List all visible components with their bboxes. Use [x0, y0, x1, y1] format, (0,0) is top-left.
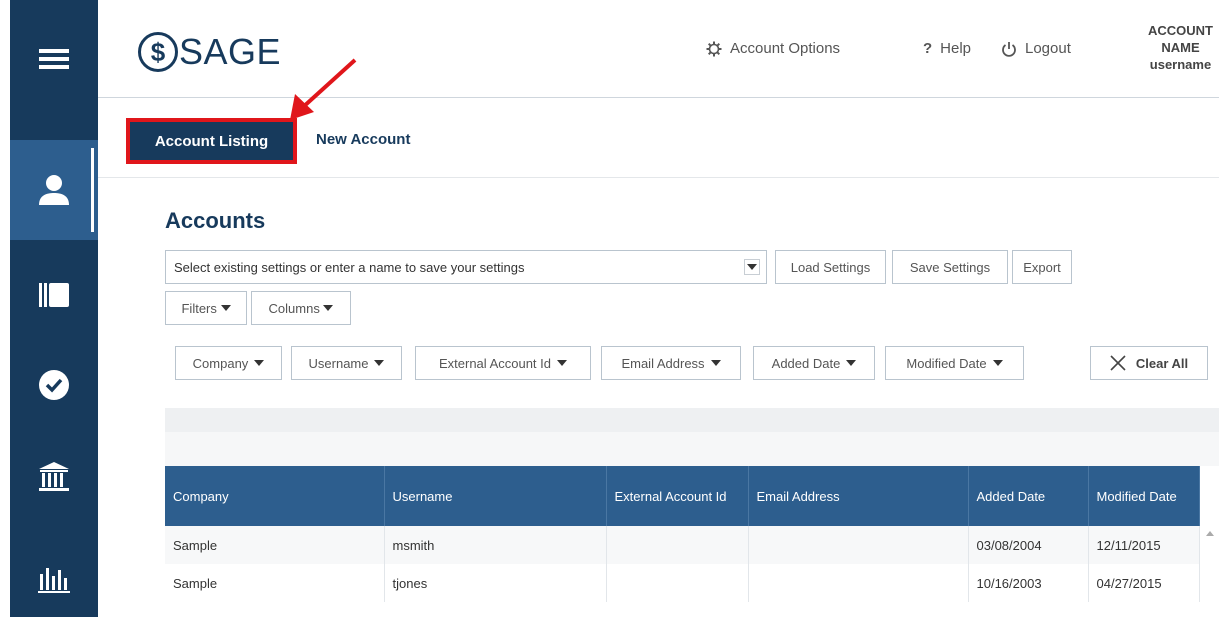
left-nav	[10, 0, 98, 617]
clear-all-label: Clear All	[1135, 355, 1189, 371]
filter-company[interactable]: Company	[175, 346, 282, 380]
nav-accounts[interactable]	[10, 140, 98, 240]
filter-label: Company	[192, 355, 249, 371]
filter-label: Email Address	[621, 355, 705, 371]
caret-down-icon	[374, 360, 385, 366]
caret-down-icon	[557, 360, 567, 366]
column-header-email-address[interactable]: Email Address	[748, 466, 969, 526]
cell-external-id	[606, 526, 749, 564]
nav-reports[interactable]	[10, 540, 98, 617]
caret-down-icon	[710, 360, 721, 366]
cell-company: Sample	[165, 526, 385, 564]
nav-approvals[interactable]	[10, 340, 98, 430]
cell-external-id	[606, 564, 749, 602]
clear-all-button[interactable]: Clear All	[1090, 346, 1208, 380]
account-line-1: ACCOUNT	[1148, 23, 1213, 38]
cell-modified-date: 12/11/2015	[1088, 526, 1200, 564]
chevron-down-icon[interactable]	[744, 259, 760, 275]
nav-institutions[interactable]	[10, 432, 98, 522]
caret-down-icon	[992, 360, 1003, 366]
books-icon	[39, 283, 69, 307]
cell-username: tjones	[384, 564, 607, 602]
top-header: $ SAGE Account Options ? Help Logout ACC…	[98, 0, 1219, 98]
column-header-modified-date[interactable]: Modified Date	[1088, 466, 1200, 526]
sage-logo[interactable]: $ SAGE	[138, 32, 281, 72]
caret-down-icon	[323, 305, 334, 311]
filters-button[interactable]: Filters	[165, 291, 247, 325]
columns-label: Columns	[268, 300, 320, 316]
sub-tabs: Account Listing New Account	[98, 98, 1219, 178]
filter-label: Added Date	[771, 355, 841, 371]
scroll-up-icon[interactable]	[1206, 530, 1214, 538]
column-header-external-account-id[interactable]: External Account Id	[606, 466, 749, 526]
settings-select-text: Select existing settings or enter a name…	[174, 259, 525, 275]
caret-down-icon	[220, 305, 231, 311]
cell-company: Sample	[165, 564, 385, 602]
institution-icon	[39, 462, 69, 491]
filter-bar: Company Username External Account Id Ema…	[165, 340, 1219, 390]
help-label: Help	[940, 40, 972, 57]
logout-link[interactable]: Logout	[1001, 40, 1071, 57]
filter-email-address[interactable]: Email Address	[601, 346, 741, 380]
table-toolbar-band-2	[165, 432, 1219, 466]
question-icon: ?	[923, 40, 933, 57]
column-header-username[interactable]: Username	[384, 466, 607, 526]
cell-added-date: 10/16/2003	[968, 564, 1089, 602]
filter-modified-date[interactable]: Modified Date	[885, 346, 1024, 380]
tab-new-account[interactable]: New Account	[316, 131, 410, 148]
check-circle-icon	[39, 370, 69, 400]
filter-username[interactable]: Username	[291, 346, 402, 380]
account-options-link[interactable]: Account Options	[706, 40, 840, 57]
account-username: username	[1149, 57, 1212, 72]
export-button[interactable]: Export	[1012, 250, 1072, 284]
filter-external-account-id[interactable]: External Account Id	[415, 346, 591, 380]
help-link[interactable]: ? Help	[923, 40, 971, 57]
save-settings-button[interactable]: Save Settings	[892, 250, 1008, 284]
logo-text: SAGE	[179, 31, 282, 72]
cell-added-date: 03/08/2004	[968, 526, 1089, 564]
load-settings-button[interactable]: Load Settings	[775, 250, 886, 284]
columns-button[interactable]: Columns	[251, 291, 351, 325]
cell-email	[748, 564, 969, 602]
table-toolbar-band	[165, 408, 1219, 432]
table-header-row: Company Username External Account Id Ema…	[165, 466, 1200, 526]
column-header-added-date[interactable]: Added Date	[968, 466, 1089, 526]
logout-label: Logout	[1025, 40, 1071, 57]
table-row[interactable]: Sample msmith 03/08/2004 12/11/2015	[165, 526, 1200, 564]
filter-label: External Account Id	[438, 355, 551, 371]
annotation-arrow	[290, 58, 357, 120]
hamburger-icon	[39, 49, 69, 69]
cell-username: msmith	[384, 526, 607, 564]
cell-email	[748, 526, 969, 564]
caret-down-icon	[254, 360, 265, 366]
filter-added-date[interactable]: Added Date	[753, 346, 875, 380]
tab-account-listing[interactable]: Account Listing	[126, 118, 297, 164]
account-name-block[interactable]: ACCOUNT NAME username	[1148, 22, 1213, 73]
cell-modified-date: 04/27/2015	[1088, 564, 1200, 602]
gear-icon	[706, 41, 722, 56]
filters-label: Filters	[181, 300, 217, 316]
menu-button[interactable]	[10, 0, 98, 118]
account-options-label: Account Options	[730, 40, 841, 57]
bar-chart-icon	[38, 567, 70, 593]
user-icon	[39, 175, 69, 205]
power-icon	[1002, 41, 1016, 57]
page-title: Accounts	[165, 208, 266, 233]
settings-select[interactable]: Select existing settings or enter a name…	[165, 250, 767, 284]
logo-dollar-icon: $	[138, 32, 178, 72]
account-line-2: NAME	[1161, 40, 1200, 55]
filter-label: Modified Date	[906, 355, 987, 371]
accounts-table: Company Username External Account Id Ema…	[165, 466, 1200, 602]
column-header-company[interactable]: Company	[165, 466, 385, 526]
close-icon	[1110, 355, 1126, 371]
filter-label: Username	[308, 355, 369, 371]
caret-down-icon	[846, 360, 857, 366]
table-row[interactable]: Sample tjones 10/16/2003 04/27/2015	[165, 564, 1200, 602]
nav-books[interactable]	[10, 250, 98, 340]
